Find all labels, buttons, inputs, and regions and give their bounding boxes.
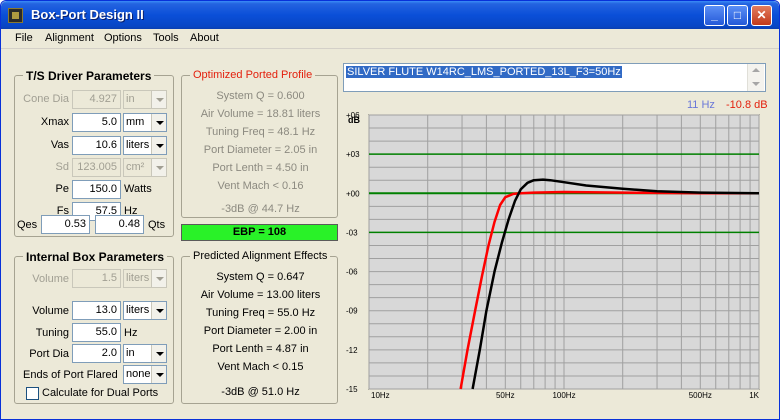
app-window: Box-Port Design II _ □ ✕ File Alignment …: [0, 0, 780, 420]
xmax-input[interactable]: 5.0: [72, 113, 121, 132]
sd-input: 123.005: [72, 158, 121, 177]
vas-unit-select[interactable]: liters: [123, 136, 167, 155]
scroll-down-icon[interactable]: [752, 82, 760, 86]
vas-input[interactable]: 10.6: [72, 136, 121, 155]
dual-ports-label: Calculate for Dual Ports: [42, 387, 159, 399]
x-tick-label: 10Hz: [371, 391, 390, 400]
optimized-profile-group: Optimized Ported Profile System Q = 0.60…: [181, 69, 338, 218]
y-axis-label: dB: [348, 115, 360, 125]
optimized-vent-mach: Vent Mach < 0.16: [217, 180, 304, 192]
dual-ports-checkbox[interactable]: [26, 387, 39, 400]
tuning-unit: Hz: [124, 327, 138, 339]
frequency-response-chart[interactable]: +06+03+00-03-06-09-12-1510Hz 50Hz 100Hz 500…: [343, 111, 765, 401]
pe-unit: Watts: [124, 183, 152, 195]
predicted-vent-mach: Vent Mach < 0.15: [217, 361, 304, 373]
chevron-down-icon: [151, 159, 166, 176]
xmax-unit-select[interactable]: mm: [123, 113, 167, 132]
chevron-down-icon: [151, 114, 166, 131]
sd-unit-select: cm²: [123, 158, 167, 177]
x-tick-label: 1K: [749, 391, 759, 400]
pe-label: Pe: [55, 183, 69, 195]
predicted-air-volume: Air Volume = 13.00 liters: [200, 289, 321, 301]
x-tick-label: 500Hz: [689, 391, 712, 400]
predicted-f3: -3dB @ 51.0 Hz: [221, 386, 300, 398]
port-dia-unit-select[interactable]: in: [123, 344, 167, 363]
chevron-down-icon: [151, 366, 166, 383]
volume-label: Volume: [32, 305, 69, 317]
minimize-button[interactable]: _: [704, 5, 725, 26]
y-tick-label: -06: [346, 268, 358, 277]
app-icon: [8, 8, 23, 23]
x-tick-label: 100Hz: [552, 391, 575, 400]
tuning-input[interactable]: 55.0: [72, 323, 121, 342]
cone-dia-label: Cone Dia: [23, 93, 69, 105]
title-bar[interactable]: Box-Port Design II _ □ ✕: [1, 1, 779, 29]
ts-driver-title: T/S Driver Parameters: [23, 69, 155, 83]
optimized-air-volume: Air Volume = 18.81 liters: [200, 108, 321, 120]
design-name-text: SILVER FLUTE W14RC_LMS_PORTED_13L_F3=50H…: [346, 66, 622, 78]
chevron-down-icon: [151, 137, 166, 154]
cone-dia-unit-select: in: [123, 90, 167, 109]
predicted-tuning-freq: Tuning Freq = 55.0 Hz: [205, 307, 316, 319]
y-tick-label: -15: [346, 385, 358, 394]
optimized-system-q: System Q = 0.600: [216, 90, 305, 102]
scroll-up-icon[interactable]: [752, 68, 760, 72]
qes-input[interactable]: 0.53: [41, 215, 90, 234]
predicted-port-length: Port Lenth = 4.87 in: [212, 343, 309, 355]
predicted-system-q: System Q = 0.647: [216, 271, 305, 283]
cursor-frequency-readout: 11 Hz: [687, 99, 715, 111]
chevron-down-icon: [151, 345, 166, 362]
menu-bar: File Alignment Options Tools About: [1, 29, 779, 49]
ends-flared-select[interactable]: none: [123, 365, 167, 384]
ebp-indicator: EBP = 108: [181, 224, 338, 241]
y-tick-label: -03: [346, 228, 358, 237]
x-tick-label: 50Hz: [496, 391, 515, 400]
optimized-port-diameter: Port Diameter = 2.05 in: [203, 144, 318, 156]
qts-label: Qts: [148, 219, 166, 231]
y-tick-label: -09: [346, 307, 358, 316]
close-button[interactable]: ✕: [751, 5, 772, 26]
predicted-port-diameter: Port Diameter = 2.00 in: [203, 325, 318, 337]
qts-input[interactable]: 0.48: [95, 215, 144, 234]
ends-flared-label: Ends of Port Flared: [23, 369, 118, 381]
design-name-scrollbar[interactable]: [747, 64, 764, 91]
menu-alignment[interactable]: Alignment: [45, 32, 94, 44]
predicted-effects-title: Predicted Alignment Effects: [190, 250, 331, 262]
y-tick-label: +03: [346, 150, 360, 159]
chevron-down-icon: [151, 270, 166, 287]
volume-unit-select[interactable]: liters: [123, 301, 167, 320]
menu-options[interactable]: Options: [104, 32, 142, 44]
box-params-title: Internal Box Parameters: [23, 250, 168, 264]
volume-disabled-unit-select: liters: [123, 269, 167, 288]
volume-disabled-input: 1.5: [72, 269, 121, 288]
menu-tools[interactable]: Tools: [153, 32, 179, 44]
menu-file[interactable]: File: [15, 32, 33, 44]
port-dia-input[interactable]: 2.0: [72, 344, 121, 363]
optimized-f3: -3dB @ 44.7 Hz: [221, 203, 300, 215]
cursor-db-readout: -10.8 dB: [726, 99, 768, 111]
sd-label: Sd: [55, 161, 69, 173]
optimized-profile-title: Optimized Ported Profile: [190, 69, 316, 81]
tuning-label: Tuning: [35, 327, 69, 339]
design-name-field[interactable]: SILVER FLUTE W14RC_LMS_PORTED_13L_F3=50H…: [343, 63, 766, 92]
predicted-effects-group: Predicted Alignment Effects System Q = 0…: [181, 250, 338, 404]
qes-label: Qes: [17, 219, 38, 231]
cone-dia-input: 4.927: [72, 90, 121, 109]
chevron-down-icon: [151, 302, 166, 319]
chevron-down-icon: [151, 91, 166, 108]
maximize-button[interactable]: □: [727, 5, 748, 26]
y-tick-label: -12: [346, 346, 358, 355]
pe-input[interactable]: 150.0: [72, 180, 121, 199]
menu-about[interactable]: About: [190, 32, 219, 44]
volume-disabled-label: Volume: [32, 273, 69, 285]
optimized-tuning-freq: Tuning Freq = 48.1 Hz: [205, 126, 316, 138]
optimized-port-length: Port Lenth = 4.50 in: [212, 162, 309, 174]
y-tick-label: +00: [346, 189, 360, 198]
vas-label: Vas: [50, 139, 69, 151]
xmax-label: Xmax: [40, 116, 69, 128]
window-title: Box-Port Design II: [31, 7, 144, 22]
volume-input[interactable]: 13.0: [72, 301, 121, 320]
port-dia-label: Port Dia: [29, 348, 69, 360]
